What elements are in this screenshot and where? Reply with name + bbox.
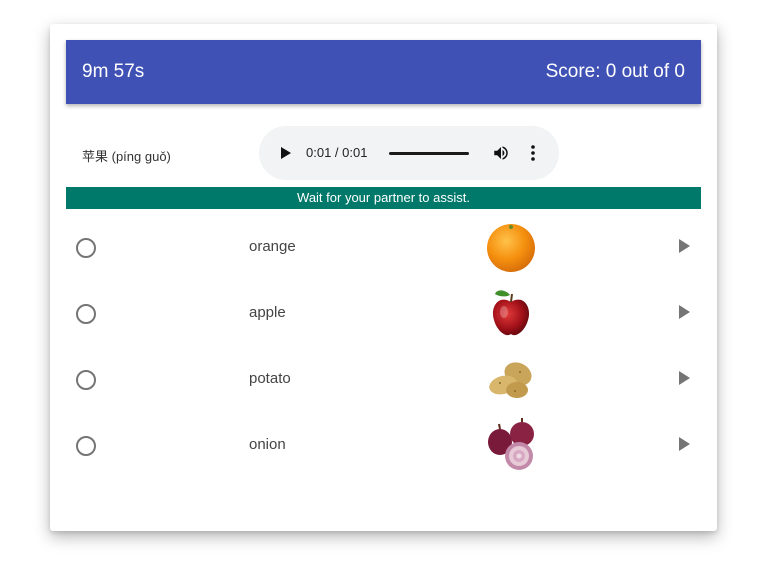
option-label: potato [249, 370, 291, 387]
audio-player[interactable]: 0:01 / 0:01 [259, 126, 559, 180]
quiz-card: 9m 57s Score: 0 out of 0 苹果 (píng guǒ) 0… [50, 24, 717, 531]
audio-play-icon[interactable] [281, 147, 291, 159]
potato-image [489, 362, 532, 398]
option-apple[interactable]: apple [66, 280, 701, 346]
radio-button[interactable] [76, 436, 96, 456]
play-icon[interactable] [679, 437, 690, 451]
play-icon[interactable] [679, 371, 690, 385]
option-label: onion [249, 436, 286, 453]
radio-button[interactable] [76, 304, 96, 324]
audio-progress-bar[interactable] [389, 152, 469, 155]
score: Score: 0 out of 0 [545, 61, 685, 82]
prompt-row: 苹果 (píng guǒ) 0:01 / 0:01 [66, 124, 701, 184]
apple-image [492, 290, 530, 336]
option-onion[interactable]: onion [66, 412, 701, 478]
onion-image [488, 418, 534, 470]
radio-button[interactable] [76, 238, 96, 258]
timer: 9m 57s [82, 61, 145, 82]
audio-time: 0:01 / 0:01 [306, 145, 368, 160]
option-label: apple [249, 304, 286, 321]
answer-options: orange apple potato onion [66, 214, 701, 478]
prompt-word: 苹果 (píng guǒ) [82, 149, 171, 164]
orange-image [487, 224, 535, 272]
quiz-header: 9m 57s Score: 0 out of 0 [66, 40, 701, 104]
play-icon[interactable] [679, 305, 690, 319]
option-orange[interactable]: orange [66, 214, 701, 280]
option-potato[interactable]: potato [66, 346, 701, 412]
more-options-icon[interactable] [527, 144, 539, 162]
option-label: orange [249, 238, 296, 255]
play-icon[interactable] [679, 239, 690, 253]
radio-button[interactable] [76, 370, 96, 390]
status-banner: Wait for your partner to assist. [66, 187, 701, 209]
volume-icon[interactable] [492, 144, 510, 162]
